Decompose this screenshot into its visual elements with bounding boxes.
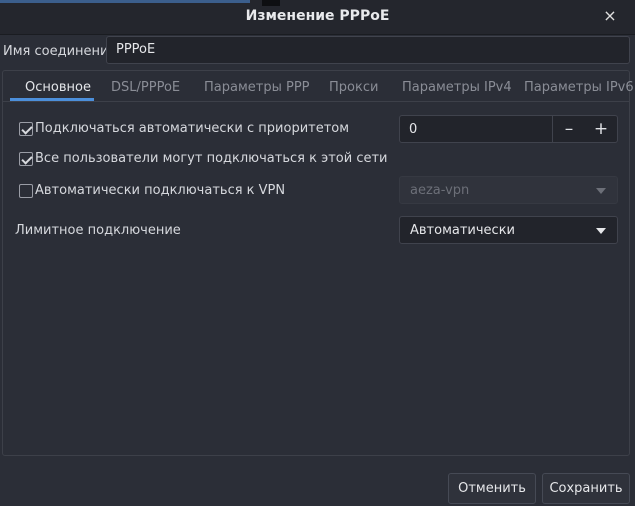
metered-label: Лимитное подключение	[15, 223, 181, 238]
tab-divider	[3, 101, 629, 102]
tab-ipv4-settings[interactable]: Параметры IPv4	[402, 80, 512, 95]
tab-general[interactable]: Основное	[25, 80, 91, 95]
vpn-select: aeza-vpn	[399, 176, 618, 204]
title-bar: Изменение PPPoE ×	[0, 0, 635, 35]
all-users-checkbox[interactable]	[19, 152, 33, 166]
save-button[interactable]: Сохранить	[542, 473, 630, 504]
auto-vpn-checkbox[interactable]	[19, 184, 33, 198]
background-window-strip-dark	[262, 0, 280, 6]
background-window-strip	[0, 0, 250, 3]
decrement-button[interactable]: –	[553, 116, 585, 142]
auto-vpn-label[interactable]: Автоматически подключаться к VPN	[35, 183, 285, 198]
window-title: Изменение PPPoE	[245, 8, 390, 24]
connection-name-label: Имя соединения	[3, 44, 117, 59]
priority-value[interactable]: 0	[409, 122, 417, 137]
chevron-down-icon	[596, 188, 606, 194]
tab-ppp-settings[interactable]: Параметры PPP	[204, 80, 310, 95]
tab-bar: Основное DSL/PPPoE Параметры PPP Прокси …	[0, 72, 634, 102]
tab-proxy[interactable]: Прокси	[329, 80, 378, 95]
close-icon[interactable]: ×	[601, 7, 619, 25]
tab-dsl-pppoe[interactable]: DSL/PPPoE	[111, 80, 180, 95]
priority-spinbox[interactable]: 0 – +	[399, 115, 618, 143]
metered-select-value[interactable]: Автоматически	[410, 223, 515, 238]
auto-connect-label[interactable]: Подключаться автоматически с приоритетом	[35, 121, 349, 136]
metered-select[interactable]: Автоматически	[399, 216, 618, 244]
auto-connect-checkbox[interactable]	[19, 122, 33, 136]
connection-name-input[interactable]: PPPoE	[106, 36, 630, 64]
increment-button[interactable]: +	[585, 116, 617, 142]
vpn-select-value: aeza-vpn	[410, 183, 470, 198]
chevron-down-icon	[596, 228, 606, 234]
all-users-label[interactable]: Все пользователи могут подключаться к эт…	[35, 151, 388, 166]
tab-ipv6-settings[interactable]: Параметры IPv6	[524, 80, 634, 95]
cancel-button[interactable]: Отменить	[448, 473, 536, 504]
